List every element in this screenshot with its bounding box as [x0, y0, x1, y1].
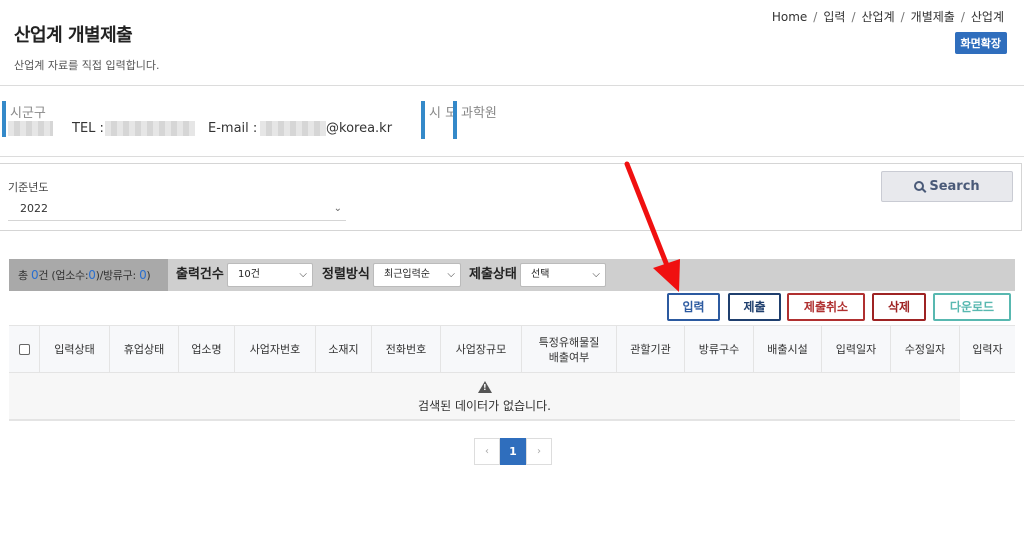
search-panel: 기준년도 2022 ⌄ Search: [0, 163, 1022, 231]
page-title: 산업계 개별제출: [14, 25, 133, 46]
prev-page-button[interactable]: ‹: [474, 438, 500, 465]
status-select[interactable]: 선택 ⌵: [520, 263, 606, 287]
column-header[interactable]: 방류구수: [685, 326, 754, 373]
select-all-cell: [9, 326, 40, 373]
page-header: 산업계 개별제출 산업계 자료를 직접 입력합니다. Home / 입력 / 산업계 / 개…: [0, 0, 1024, 86]
sort-label: 정렬방식: [322, 267, 370, 282]
page-size-select[interactable]: 10건 ⌵: [227, 263, 313, 287]
section-marker: [453, 101, 457, 139]
column-header[interactable]: 배출시설: [754, 326, 822, 373]
breadcrumb-input[interactable]: 입력: [823, 10, 845, 24]
year-value: 2022: [20, 202, 48, 215]
column-header[interactable]: 사업자번호: [235, 326, 316, 373]
search-icon: [914, 181, 925, 191]
chevron-down-icon: ⌄: [333, 203, 342, 214]
column-header[interactable]: 입력상태: [40, 326, 110, 373]
section-marker: [421, 101, 425, 139]
breadcrumb-current: 산업계: [970, 10, 1004, 24]
column-header[interactable]: 특정유해물질 배출여부: [522, 326, 617, 373]
table-header: 입력상태 휴업상태 업소명 사업자번호 소재지 전화번호 사업장규모 특정유해물…: [9, 325, 1015, 373]
section-marker: [2, 101, 6, 137]
column-header[interactable]: 사업장규모: [441, 326, 522, 373]
download-button[interactable]: 다운로드: [933, 293, 1011, 321]
email-label: E-mail :: [208, 121, 258, 136]
table-bottom-border: [9, 420, 1015, 421]
tel-label: TEL :: [72, 121, 104, 136]
institute-name: 과학원: [461, 106, 497, 121]
breadcrumb-individual[interactable]: 개별제출: [911, 10, 955, 24]
redacted-region: [8, 121, 53, 136]
page-button-current[interactable]: 1: [500, 438, 526, 465]
column-header[interactable]: 휴업상태: [110, 326, 179, 373]
column-header[interactable]: 전화번호: [372, 326, 441, 373]
column-header[interactable]: 수정일자: [891, 326, 960, 373]
delete-button[interactable]: 삭제: [872, 293, 926, 321]
year-label: 기준년도: [8, 181, 49, 194]
column-header[interactable]: 관할기관: [617, 326, 685, 373]
year-select[interactable]: 2022 ⌄: [8, 197, 346, 221]
page-size-label: 출력건수: [176, 267, 224, 282]
column-header[interactable]: 입력일자: [822, 326, 891, 373]
chevron-down-icon: ⌵: [299, 269, 307, 280]
redacted-email: [260, 121, 326, 136]
cancel-submit-button[interactable]: 제출취소: [787, 293, 865, 321]
status-label: 제출상태: [469, 267, 517, 282]
sort-select[interactable]: 최근입력순 ⌵: [373, 263, 461, 287]
expand-screen-button[interactable]: 화면확장: [954, 32, 1007, 54]
page-description: 산업계 자료를 직접 입력합니다.: [14, 59, 160, 72]
chevron-down-icon: ⌵: [447, 269, 455, 280]
column-header[interactable]: 업소명: [179, 326, 235, 373]
column-header[interactable]: 소재지: [316, 326, 372, 373]
next-page-button[interactable]: ›: [526, 438, 552, 465]
breadcrumb-home[interactable]: Home: [772, 10, 807, 24]
filter-bar: 총 0건 (업소수:0)/방류구: 0) 출력건수 10건 ⌵ 정렬방식 최근입력…: [9, 259, 1015, 291]
search-button-label: Search: [929, 179, 980, 194]
empty-message: 검색된 데이터가 없습니다.: [418, 399, 551, 413]
email-domain: @korea.kr: [326, 121, 393, 136]
search-button[interactable]: Search: [881, 171, 1013, 202]
result-count: 총 0건 (업소수:0)/방류구: 0): [9, 259, 168, 291]
input-button[interactable]: 입력: [667, 293, 720, 321]
empty-row: 검색된 데이터가 없습니다.: [9, 373, 960, 420]
select-all-checkbox[interactable]: [18, 344, 30, 355]
breadcrumb: Home / 입력 / 산업계 / 개별제출 / 산업계: [771, 10, 1004, 24]
warning-icon: [478, 381, 492, 393]
pagination: ‹ 1 ›: [474, 438, 552, 465]
region-label: 시군구: [10, 106, 46, 121]
redacted-tel: [105, 121, 195, 136]
column-header[interactable]: 입력자: [960, 326, 1015, 373]
breadcrumb-industry[interactable]: 산업계: [861, 10, 894, 24]
user-info-panel: 시군구 TEL : E-mail : @korea.kr 시 도 과학원: [0, 87, 1024, 157]
business-count: 0: [88, 268, 96, 282]
chevron-down-icon: ⌵: [592, 269, 600, 280]
submit-button[interactable]: 제출: [728, 293, 781, 321]
